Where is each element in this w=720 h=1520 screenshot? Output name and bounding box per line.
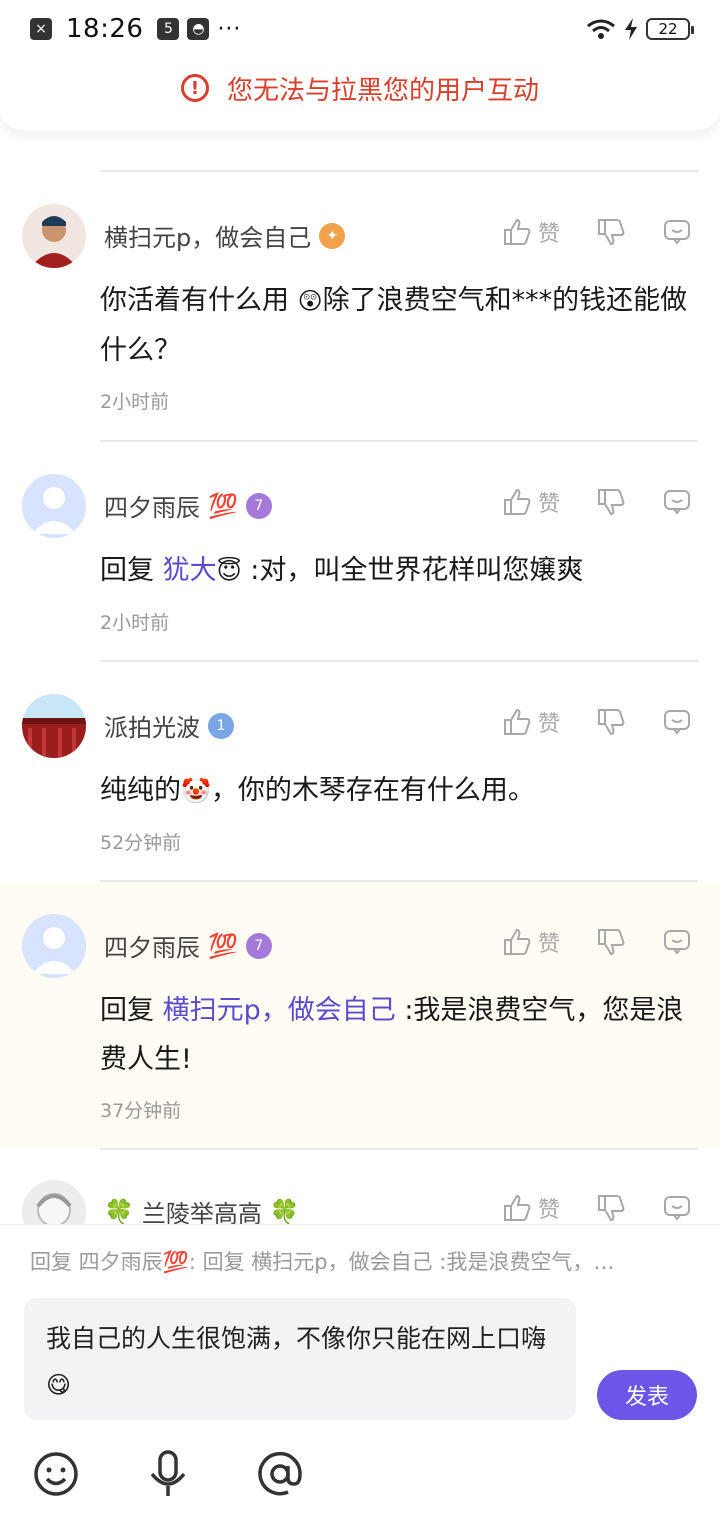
like-label: 赞 [537, 1198, 560, 1223]
clover-icon: 🍀 [104, 1197, 134, 1226]
microphone-icon[interactable] [136, 1442, 200, 1506]
like-label: 赞 [537, 492, 560, 517]
alert-icon: ! [180, 74, 209, 102]
author-name: 派拍光波 [104, 714, 200, 742]
hundred-points-icon: 💯 [208, 931, 238, 960]
comment-item: 派拍光波 1 赞 纯纯的🤡，你的木琴存在有什么用。 52分钟前 [0, 662, 720, 880]
dislike-icon[interactable] [596, 1193, 626, 1223]
mention-link[interactable]: 犹大 [163, 555, 217, 586]
emoji-picker-icon[interactable] [24, 1442, 88, 1506]
status-time: 18:26 [66, 14, 144, 44]
status-bar-right: 22 [586, 18, 694, 40]
battery-icon: 22 [646, 18, 694, 40]
comment-author[interactable]: 派拍光波 1 [104, 708, 234, 743]
more-notifications-icon: ··· [217, 16, 242, 42]
reply-comment-icon[interactable] [662, 927, 692, 957]
level-badge-icon: ✦ [319, 222, 346, 249]
emoji: 😋 [46, 1371, 72, 1399]
dislike-icon[interactable] [596, 217, 626, 247]
publish-button[interactable]: 发表 [597, 1370, 697, 1420]
comment-time: 52分钟前 [100, 832, 182, 854]
comment-time: 2小时前 [100, 391, 170, 413]
app-icon: 5 [157, 18, 180, 40]
comment-actions: 赞 [502, 706, 692, 738]
reply-comment-icon[interactable] [662, 217, 692, 247]
emoji: 😲 [297, 287, 323, 315]
emoji: 😇 [216, 557, 242, 585]
comment-actions: 赞 [502, 1192, 692, 1224]
clover-icon: 🍀 [269, 1197, 300, 1226]
level-badge-icon: 7 [245, 932, 272, 959]
charging-icon [625, 18, 637, 40]
like-button[interactable]: 赞 [502, 926, 560, 958]
comment-time: 2小时前 [100, 612, 170, 634]
reply-comment-icon[interactable] [662, 707, 692, 737]
thumbs-up-icon [503, 1194, 531, 1221]
avatar[interactable] [22, 204, 86, 268]
comment-item-highlighted: 四夕雨辰 💯 7 赞 回复 横扫元p，做会自己 :我是浪费空气，您是浪费人生! 3… [0, 882, 720, 1148]
like-button[interactable]: 赞 [502, 1192, 560, 1224]
level-badge-icon: 7 [245, 492, 272, 519]
input-text: 我自己的人生很饱满，不像你只能在网上口嗨 [46, 1324, 547, 1353]
comment-text-part: :对，叫全世界花样叫您嬢爽 [250, 555, 584, 586]
notification-icon: × [30, 18, 52, 40]
comment-item: 🍀 兰陵举高高 🍀 赞 [0, 1150, 720, 1234]
warning-text: 您无法与拉黑您的用户互动 [226, 75, 539, 106]
avatar[interactable] [22, 914, 86, 978]
comment-list: 横扫元p，做会自己 ✦ 赞 你活着有什么用 😲除了浪费空气和***的钱还能做什么… [0, 170, 720, 1234]
reply-comment-icon[interactable] [662, 487, 692, 517]
like-label: 赞 [537, 222, 560, 247]
dislike-icon[interactable] [596, 487, 626, 517]
default-avatar-icon [22, 474, 86, 538]
comment-time: 37分钟前 [100, 1100, 182, 1122]
like-button[interactable]: 赞 [502, 486, 560, 518]
author-name: 四夕雨辰 [104, 494, 200, 522]
comment-author[interactable]: 四夕雨辰 💯 7 [104, 928, 272, 963]
avatar[interactable] [22, 694, 86, 758]
thumbs-up-icon [503, 488, 531, 515]
avatar-image [22, 694, 86, 758]
reply-prefix: 回复 [100, 995, 154, 1026]
thumbs-up-icon [503, 708, 531, 735]
default-avatar-icon [22, 914, 86, 978]
comment-actions: 赞 [502, 216, 692, 248]
reply-prefix: 回复 [100, 555, 154, 586]
like-label: 赞 [537, 712, 560, 737]
dislike-icon[interactable] [596, 707, 626, 737]
message-icon: ◓ [187, 18, 210, 40]
comment-text-part: ，你的木琴存在有什么用。 [210, 775, 535, 806]
author-name: 四夕雨辰 [104, 934, 200, 962]
wifi-icon [587, 19, 615, 39]
reply-comment-icon[interactable] [662, 1193, 692, 1223]
avatar-image [22, 204, 86, 268]
comment-author[interactable]: 横扫元p，做会自己 ✦ [104, 218, 346, 253]
comment-text-part: 你活着有什么用 [100, 285, 289, 316]
avatar[interactable] [22, 474, 86, 538]
level-badge-icon: 1 [208, 712, 234, 739]
dislike-icon[interactable] [596, 927, 626, 957]
author-name: 横扫元p，做会自己 [104, 224, 312, 252]
comment-item: 横扫元p，做会自己 ✦ 赞 你活着有什么用 😲除了浪费空气和***的钱还能做什么… [0, 172, 720, 440]
like-button[interactable]: 赞 [502, 706, 560, 738]
comment-actions: 赞 [502, 486, 692, 518]
reply-target-hint: 回复 四夕雨辰💯: 回复 横扫元p，做会自己 :我是浪费空气，… [0, 1224, 720, 1296]
mention-link[interactable]: 横扫元p，做会自己 [163, 995, 396, 1026]
comment-author[interactable]: 四夕雨辰 💯 7 [104, 488, 272, 523]
mention-at-icon[interactable] [248, 1442, 312, 1506]
thumbs-up-icon [503, 928, 531, 955]
like-label: 赞 [537, 932, 560, 957]
thumbs-up-icon [503, 218, 531, 245]
like-button[interactable]: 赞 [502, 216, 560, 248]
comment-input[interactable]: 我自己的人生很饱满，不像你只能在网上口嗨 😋 [24, 1298, 576, 1420]
status-bar-left: × 18:26 5 ◓ ··· [30, 14, 241, 44]
comment-text-part: 纯纯的 [100, 775, 181, 806]
composer-toolbar [0, 1442, 720, 1512]
blocked-warning-banner: ! 您无法与拉黑您的用户互动 [0, 46, 720, 130]
comment-actions: 赞 [502, 926, 692, 958]
comment-item: 四夕雨辰 💯 7 赞 回复 犹大😇 :对，叫全世界花样叫您嬢爽 2小时前 [0, 442, 720, 660]
emoji: 🤡 [181, 777, 211, 805]
hundred-points-icon: 💯 [208, 491, 238, 520]
